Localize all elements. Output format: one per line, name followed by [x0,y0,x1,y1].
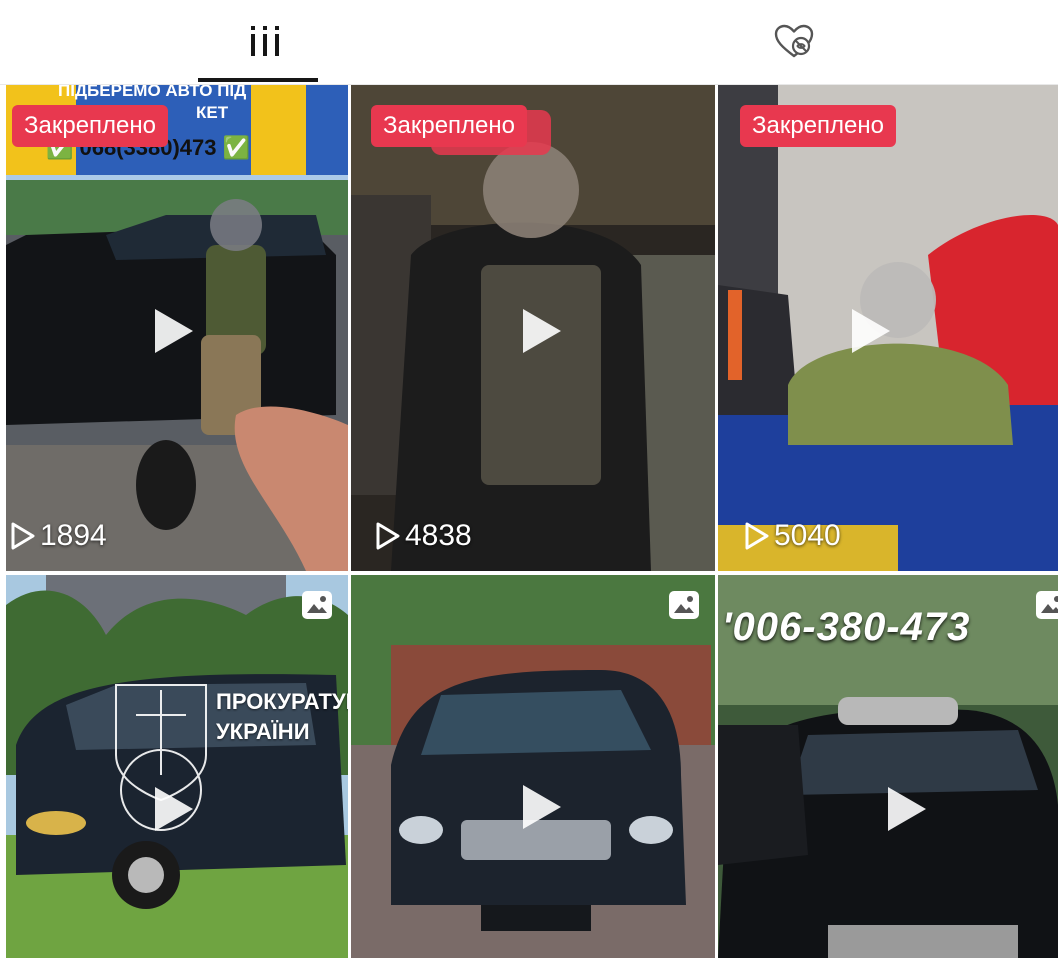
play-icon [852,309,890,353]
pinned-badge: Закреплено [740,105,896,147]
photo-thumbnail-4[interactable]: ПРОКУРАТУРА УКРАЇНИ [6,575,348,958]
watermark-line-2: УКРАЇНИ [216,719,310,744]
pinned-badge: Закреплено [371,105,527,147]
play-outline-icon [11,522,35,550]
view-count: 1894 [10,519,107,553]
view-count: 4838 [375,519,472,553]
photo-icon [1036,591,1058,619]
view-count-value: 4838 [405,519,472,552]
watermark-line-1: ПРОКУРАТУРА [216,689,348,714]
view-count-value: 1894 [40,519,107,552]
active-tab-indicator [198,78,318,82]
watermark-prosecutor: ПРОКУРАТУРА УКРАЇНИ [216,687,348,747]
play-icon [523,785,561,829]
video-thumbnail-3[interactable]: Закреплено 5040 [718,85,1058,571]
banner-text-bottom: КЕТ [196,103,229,122]
play-outline-icon [745,522,769,550]
video-grid: ПІДБЕРЕМО АВТО ПІД КЕТ ✅ 068(3380)473 ✅ … [0,85,1058,958]
play-icon [888,787,926,831]
play-outline-icon [376,522,400,550]
phone-overlay: '006-380-473 [722,605,971,649]
profile-tab-bar [0,0,1058,85]
tab-videos[interactable] [0,0,529,84]
heart-hidden-icon [774,24,813,58]
thumbnail-image [6,575,348,958]
pinned-badge: Закреплено [12,105,168,147]
play-icon [155,309,193,353]
thumbnail-image [351,575,715,958]
view-count: 5040 [744,519,841,553]
grid-icon [250,26,279,56]
play-icon [155,787,193,831]
photo-icon [669,591,699,619]
photo-thumbnail-5[interactable] [351,575,715,958]
photo-thumbnail-6[interactable]: '006-380-473 [718,575,1058,958]
photo-icon [302,591,332,619]
tab-liked-hidden[interactable] [529,0,1058,84]
view-count-value: 5040 [774,519,841,552]
video-thumbnail-1[interactable]: ПІДБЕРЕМО АВТО ПІД КЕТ ✅ 068(3380)473 ✅ … [6,85,348,571]
video-thumbnail-2[interactable]: Закреплено 4838 [351,85,715,571]
banner-text-top: ПІДБЕРЕМО АВТО ПІД [58,85,247,100]
play-icon [523,309,561,353]
